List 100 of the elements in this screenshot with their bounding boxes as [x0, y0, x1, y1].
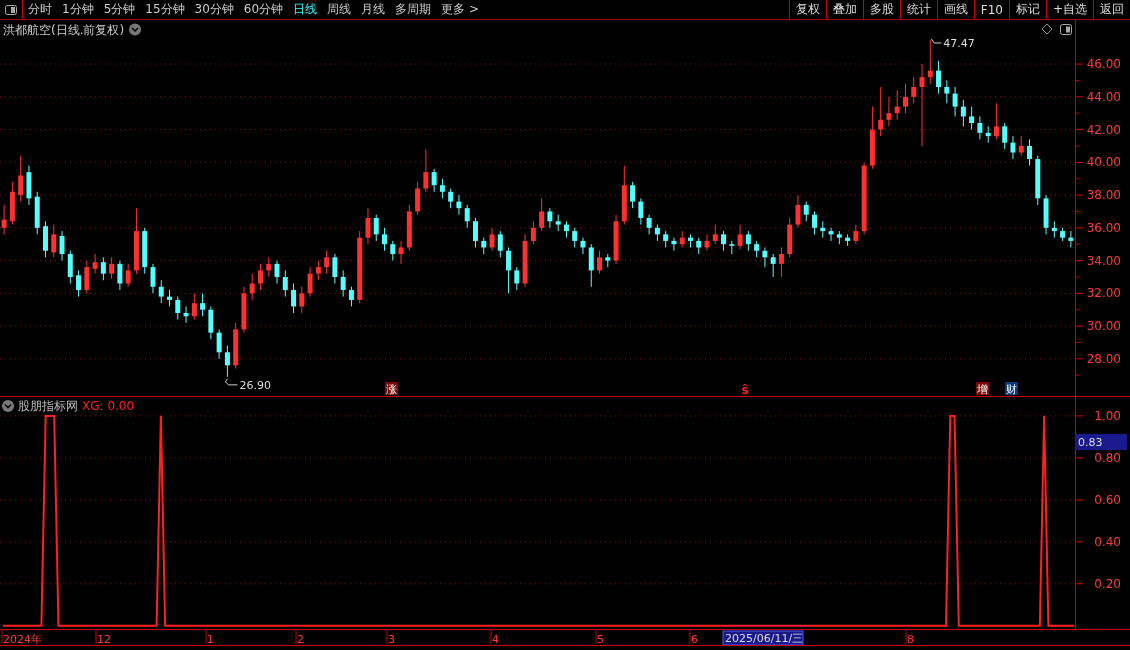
date-axis-label: 3: [388, 633, 395, 646]
candlestick: [745, 230, 751, 252]
candlestick: [266, 256, 272, 278]
date-axis-label: 8: [907, 633, 914, 646]
toolbar-button[interactable]: +自选: [1045, 0, 1093, 19]
candlestick: [679, 230, 685, 248]
indicator-axis-label: 0.80: [1094, 450, 1121, 465]
candlestick: [654, 224, 660, 242]
candlestick: [365, 207, 371, 245]
candlestick: [795, 194, 801, 229]
candlestick: [1035, 155, 1041, 206]
period-tab[interactable]: 30分钟: [189, 0, 239, 19]
dropdown-icon[interactable]: [2, 400, 14, 412]
candlestick: [43, 220, 48, 258]
candlestick: [233, 322, 239, 370]
candlestick: [522, 233, 528, 288]
candlestick: [762, 247, 768, 268]
candlestick: [150, 263, 156, 294]
candlestick: [133, 207, 139, 275]
candlestick: [605, 253, 611, 268]
toolbar-button[interactable]: F10: [973, 0, 1009, 19]
period-tab[interactable]: 多周期: [390, 0, 437, 19]
period-tab[interactable]: 更多 >: [436, 0, 484, 19]
candlestick: [646, 214, 652, 235]
candlestick: [431, 168, 437, 193]
toolbar-button[interactable]: 画线: [936, 0, 974, 19]
candlestick: [481, 237, 487, 255]
candlestick: [539, 197, 545, 232]
panel-toggle-icon[interactable]: [1060, 24, 1072, 35]
toolbar-button[interactable]: 返回: [1093, 0, 1130, 19]
diamond-icon[interactable]: [1041, 23, 1053, 35]
candlestick: [142, 227, 148, 275]
candlestick: [754, 240, 760, 258]
date-axis-label: 2: [297, 633, 304, 646]
candlestick: [514, 266, 520, 291]
period-tab[interactable]: 分时: [23, 0, 57, 19]
price-axis-label: 46.00: [1086, 57, 1121, 72]
candlestick: [1043, 194, 1049, 235]
candlestick: [282, 269, 288, 298]
price-axis-label: 34.00: [1086, 253, 1121, 268]
candlestick: [969, 106, 975, 131]
candlestick: [1051, 220, 1057, 239]
candlestick: [92, 253, 98, 275]
cursor-value-label: 0.83: [1075, 434, 1127, 450]
candlestick: [100, 256, 106, 281]
period-tab[interactable]: 15分钟: [140, 0, 190, 19]
candlestick: [993, 102, 999, 140]
candlestick: [820, 220, 826, 239]
dropdown-icon[interactable]: [129, 23, 141, 36]
candlestick: [778, 247, 784, 278]
candlestick: [299, 286, 305, 314]
candlestick: [26, 165, 32, 206]
candlestick: [845, 233, 851, 247]
panel-toggle-icon[interactable]: [5, 4, 17, 15]
toolbar-button[interactable]: 多股: [862, 0, 900, 19]
candlestick: [580, 237, 586, 255]
period-tab[interactable]: 月线: [356, 0, 391, 19]
candlestick: [812, 210, 817, 235]
candlestick: [737, 224, 743, 250]
price-axis-label: 38.00: [1086, 188, 1121, 203]
candlestick: [406, 204, 412, 252]
candlestick: [167, 289, 172, 307]
low-price-label: 26.90: [239, 378, 271, 392]
marker-badge[interactable]: 财: [1005, 382, 1018, 396]
toolbar-button[interactable]: 统计: [899, 0, 937, 19]
candlestick: [175, 296, 181, 321]
candlestick: [977, 115, 983, 140]
candlestick: [76, 269, 82, 298]
period-tab[interactable]: 60分钟: [238, 0, 289, 19]
candlestick: [563, 220, 569, 239]
period-tab[interactable]: 日线: [288, 0, 323, 19]
candlestick: [878, 86, 884, 137]
marker-badge[interactable]: 涨: [385, 382, 398, 396]
candlestick: [348, 286, 354, 307]
period-tab[interactable]: 周线: [322, 0, 357, 19]
indicator-axis-label: 0.20: [1094, 576, 1121, 591]
candlestick: [18, 155, 24, 203]
candlestick: [1002, 122, 1008, 150]
candlestick: [390, 240, 396, 262]
marker-badge[interactable]: 增: [976, 382, 989, 396]
date-axis-label: 12: [97, 633, 111, 646]
candlestick: [952, 86, 958, 117]
cursor-date-label: 2025/06/11/三: [722, 630, 804, 646]
toolbar-button[interactable]: 叠加: [825, 0, 863, 19]
candlestick: [1, 204, 7, 235]
date-axis-label: 2024年: [3, 633, 42, 646]
candlestick: [1010, 135, 1016, 160]
period-tab[interactable]: 5分钟: [98, 0, 141, 19]
candlestick: [109, 256, 115, 280]
indicator-value: XG: 0.00: [82, 399, 135, 413]
candlestick: [307, 266, 313, 298]
indicator-axis-label: 0.40: [1094, 534, 1121, 549]
candlestick: [208, 305, 214, 340]
period-tab[interactable]: 1分钟: [57, 0, 99, 19]
date-axis-label: 1: [207, 633, 214, 646]
toolbar-button[interactable]: 复权: [788, 0, 826, 19]
candlestick: [588, 243, 594, 288]
price-axis-label: 42.00: [1086, 122, 1121, 137]
toolbar-button[interactable]: 标记: [1008, 0, 1046, 19]
chart-title: 洪都航空(日线.前复权): [3, 23, 125, 37]
